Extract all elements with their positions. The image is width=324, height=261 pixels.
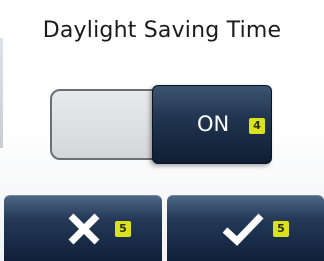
footer-buttons: 5 5 <box>0 195 324 261</box>
step-badge: 5 <box>273 221 289 237</box>
toggle-state-label: ON <box>197 112 230 136</box>
daylight-saving-toggle[interactable]: ON 4 <box>50 85 272 164</box>
step-badge: 4 <box>249 118 265 134</box>
settings-screen: Daylight Saving Time ON 4 5 5 <box>0 0 324 261</box>
confirm-button[interactable]: 5 <box>167 195 324 261</box>
screen-edge <box>0 38 3 148</box>
checkmark-icon <box>222 213 264 246</box>
page-title: Daylight Saving Time <box>42 18 282 43</box>
close-icon <box>68 213 100 245</box>
step-badge: 5 <box>115 221 131 237</box>
toggle-knob-on[interactable]: ON 4 <box>152 85 272 164</box>
cancel-button[interactable]: 5 <box>4 195 162 261</box>
